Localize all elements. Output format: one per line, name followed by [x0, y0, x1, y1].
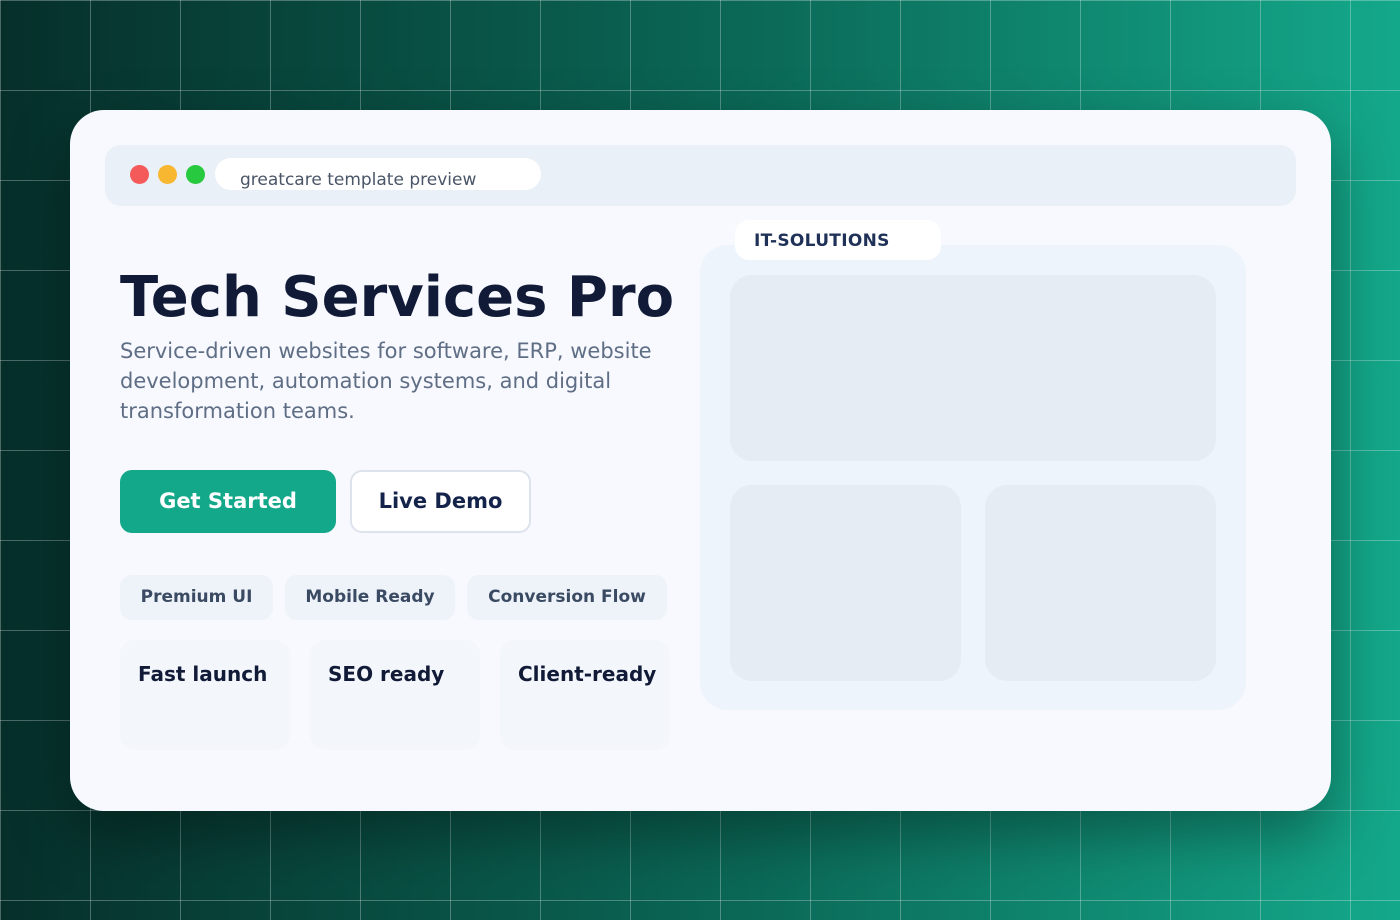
preview-badge: IT-SOLUTIONS: [735, 220, 941, 260]
feature-card-client-ready: Client-ready: [500, 640, 670, 750]
live-demo-button[interactable]: Live Demo: [350, 470, 531, 533]
close-window-icon[interactable]: [130, 165, 149, 184]
get-started-button[interactable]: Get Started: [120, 470, 336, 533]
template-preview-card: greatcare template preview Tech Services…: [70, 110, 1331, 811]
preview-placeholder-bottom-left: [730, 485, 961, 681]
hero-description: Service-driven websites for software, ER…: [120, 339, 652, 423]
tag-mobile-ready: Mobile Ready: [285, 575, 455, 620]
preview-placeholder-top: [730, 275, 1216, 461]
feature-card-fast-launch: Fast launch: [120, 640, 290, 750]
address-bar[interactable]: greatcare template preview: [215, 158, 541, 190]
maximize-window-icon[interactable]: [186, 165, 205, 184]
tag-premium-ui: Premium UI: [120, 575, 273, 620]
minimize-window-icon[interactable]: [158, 165, 177, 184]
browser-bar: greatcare template preview: [105, 145, 1296, 206]
feature-card-seo-ready: SEO ready: [310, 640, 480, 750]
tag-conversion-flow: Conversion Flow: [467, 575, 667, 620]
preview-placeholder-bottom-right: [985, 485, 1216, 681]
hero-title: Tech Services Pro: [120, 265, 675, 330]
